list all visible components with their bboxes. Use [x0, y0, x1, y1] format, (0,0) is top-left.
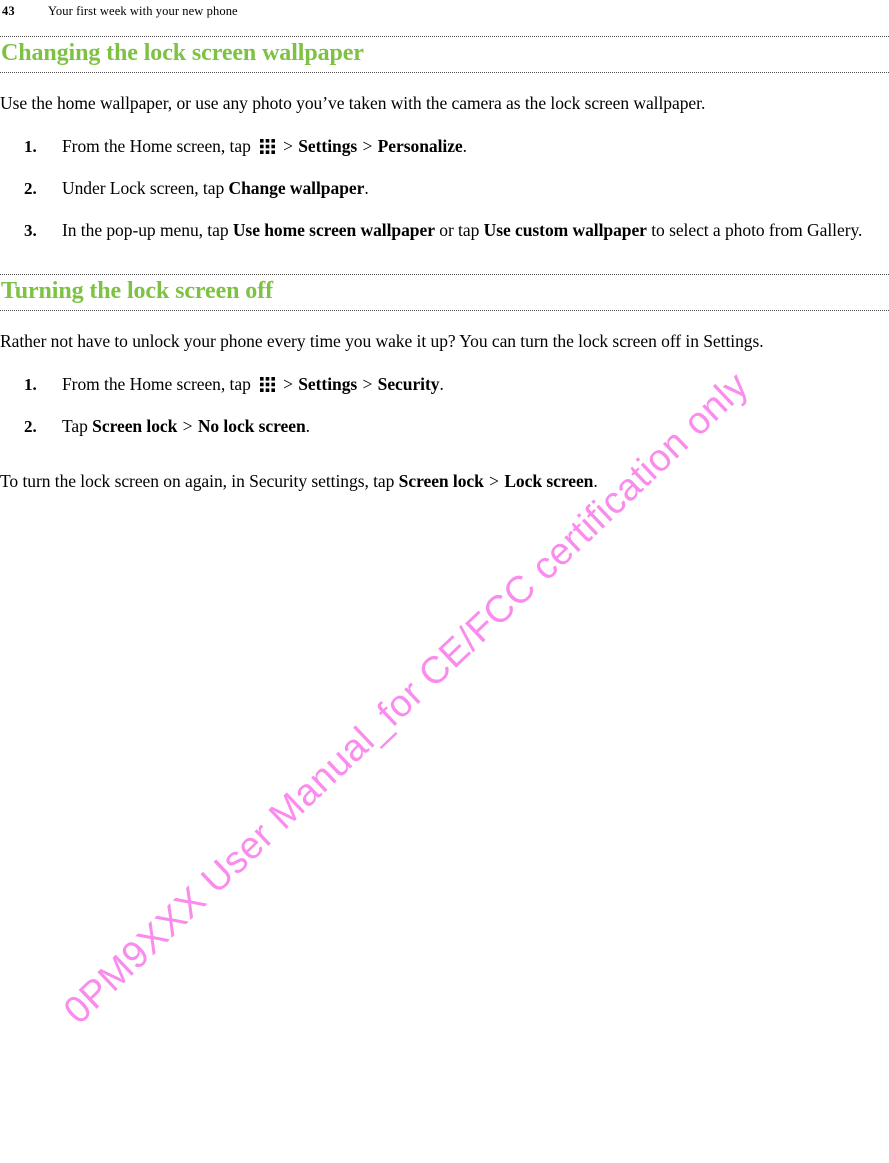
step-text: Tap Screen lock > No lock screen. [62, 416, 310, 436]
list-item: 1. From the Home screen, tap > Settings … [0, 370, 889, 399]
ui-path-settings: Settings [298, 373, 358, 394]
ui-path-settings: Settings [298, 135, 358, 156]
ui-path-use-home-screen-wallpaper: Use home screen wallpaper [232, 219, 435, 240]
steps-list-changing-wallpaper: 1. From the Home screen, tap > Settings … [0, 132, 889, 245]
step-separator: > [283, 373, 293, 394]
step-number: 1. [24, 136, 37, 156]
steps-list-turning-lock-screen-off: 1. From the Home screen, tap > Settings … [0, 370, 889, 441]
step-text-fragment: . [305, 415, 310, 436]
step-text-fragment: Under Lock screen, tap [62, 177, 229, 198]
step-text-fragment: . [462, 135, 467, 156]
step-text-fragment: . [364, 177, 369, 198]
ui-path-security: Security [377, 373, 440, 394]
step-separator: > [362, 373, 373, 394]
step-text-fragment: to select a photo from Gallery. [646, 219, 863, 240]
step-text: Under Lock screen, tap Change wallpaper. [62, 178, 369, 198]
app-drawer-grid-icon[interactable] [260, 138, 276, 154]
section-intro-paragraph: Rather not have to unlock your phone eve… [0, 330, 764, 351]
section-rule-bottom [0, 309, 889, 312]
app-drawer-grid-icon[interactable] [260, 376, 276, 392]
page-number: 43 [2, 3, 15, 18]
list-item: 2. Under Lock screen, tap Change wallpap… [0, 174, 889, 203]
document-page: 43 Your first week with your new phone C… [0, 0, 889, 1163]
step-text-fragment: In the pop-up menu, tap [62, 219, 233, 240]
section-intro-paragraph: Use the home wallpaper, or use any photo… [0, 92, 706, 113]
list-item: 3. In the pop-up menu, tap Use home scre… [0, 216, 889, 245]
step-text-fragment: or tap [434, 219, 484, 240]
section-heading-changing-wallpaper: Changing the lock screen wallpaper [1, 40, 364, 66]
ui-path-personalize: Personalize [377, 135, 463, 156]
section-intro-block: Rather not have to unlock your phone eve… [0, 327, 889, 356]
step-text: In the pop-up menu, tap Use home screen … [62, 220, 862, 240]
page-content: Changing the lock screen wallpaper Use t… [0, 36, 889, 496]
step-text-fragment: From the Home screen, tap [62, 135, 256, 156]
outro-separator: > [489, 470, 499, 491]
step-number: 3. [24, 220, 37, 240]
step-text: From the Home screen, tap > Settings > P… [62, 136, 467, 156]
ui-path-change-wallpaper: Change wallpaper [228, 177, 365, 198]
running-header: 43 Your first week with your new phone [0, 0, 889, 22]
list-item: 1. From the Home screen, tap > Settings … [0, 132, 889, 161]
section-heading-turning-lock-screen-off: Turning the lock screen off [1, 277, 273, 304]
outro-text-fragment: . [593, 470, 598, 491]
step-number: 2. [24, 416, 37, 436]
outro-text-fragment: To turn the lock screen on again, in Sec… [0, 470, 399, 491]
step-text-fragment: From the Home screen, tap [62, 373, 256, 394]
section-outro-block: To turn the lock screen on again, in Sec… [0, 467, 889, 496]
step-text-fragment: . [439, 373, 444, 394]
step-text-fragment: Tap [62, 415, 93, 436]
section-outro-paragraph: To turn the lock screen on again, in Sec… [0, 467, 889, 496]
step-number: 1. [24, 374, 37, 394]
step-separator: > [182, 415, 193, 436]
ui-path-no-lock-screen: No lock screen [197, 415, 306, 436]
step-separator: > [283, 135, 293, 156]
step-text: From the Home screen, tap > Settings > S… [62, 374, 444, 394]
ui-path-screen-lock: Screen lock [398, 470, 484, 491]
step-number: 2. [24, 178, 37, 198]
section-rule-bottom [0, 71, 889, 74]
list-item: 2. Tap Screen lock > No lock screen. [0, 412, 889, 441]
section-intro-block: Use the home wallpaper, or use any photo… [0, 89, 889, 118]
chapter-title: Your first week with your new phone [48, 3, 238, 18]
ui-path-lock-screen: Lock screen [504, 470, 594, 491]
ui-path-screen-lock: Screen lock [92, 415, 178, 436]
step-separator: > [362, 135, 373, 156]
ui-path-use-custom-wallpaper: Use custom wallpaper [483, 219, 647, 240]
